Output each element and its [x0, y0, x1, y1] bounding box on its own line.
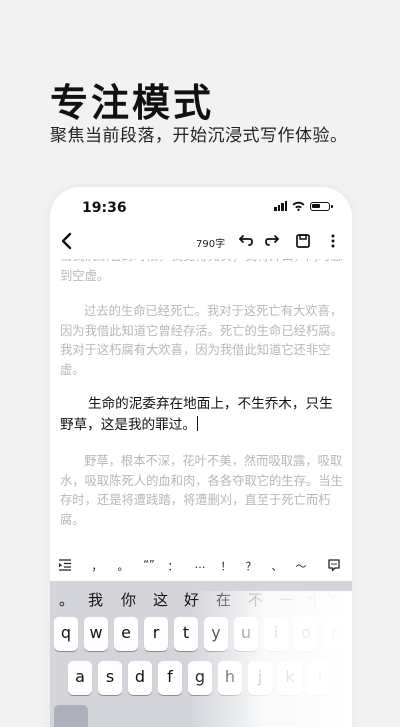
keyboard-fade-overlay [190, 591, 352, 727]
status-bar: 19:36 [50, 187, 352, 227]
status-icons [274, 201, 333, 211]
more-options-icon[interactable] [324, 232, 342, 250]
paragraph-focused[interactable]: 生命的泥委弃在地面上，不生乔木，只生野草，这是我的罪过。 [60, 394, 344, 436]
paragraph-faded: 当我沉默着的时候，我觉得充实；我将开口，同时感到空虚。 [60, 259, 343, 283]
key-f[interactable]: f [158, 661, 182, 695]
key-d[interactable]: d [128, 661, 152, 695]
key-s[interactable]: s [98, 661, 122, 695]
punct-key[interactable]: ： [166, 558, 180, 574]
candidate-word[interactable]: 你 [121, 589, 136, 610]
battery-icon [310, 201, 333, 211]
redo-icon[interactable] [264, 232, 282, 250]
indent-icon[interactable] [58, 559, 72, 571]
phone-screen: 19:36 790字 到空虚。 过去的生命已经死亡。我对于这死亡有大欢喜，因为我… [50, 187, 352, 727]
wifi-icon [292, 201, 305, 211]
paragraph-faded: 野草，根本不深，花叶不美，然而吸取露，吸取水，吸取陈死人的血和肉，各各夺取它的生… [60, 454, 343, 527]
editor-toolbar: 790字 [50, 227, 352, 257]
back-arrow-icon[interactable] [56, 229, 78, 253]
save-icon[interactable] [294, 232, 312, 250]
keyboard: 。 我 你 这 好 在 不 一 个 q w e r t y u i o p a … [50, 581, 352, 727]
candidate-word[interactable]: 。 [59, 589, 74, 610]
editor-text-area[interactable]: 当我沉默着的时候，我觉得充实；我将开口，同时感到空虚。 过去的生命已经死亡。我对… [60, 259, 344, 559]
paragraph-faded: 过去的生命已经死亡。我对于这死亡有大欢喜，因为我借此知道它曾经存活。死亡的生命已… [60, 304, 343, 377]
key-q[interactable]: q [54, 617, 78, 651]
punctuation-bar: ， 。 “” ： … ！ ？ 、 ～ [50, 552, 352, 580]
punct-key[interactable]: ～ [294, 558, 308, 574]
shift-key[interactable] [54, 705, 88, 727]
word-count: 790字 [196, 239, 226, 250]
text-cursor [196, 416, 199, 431]
punct-key[interactable]: 。 [116, 558, 130, 574]
punct-key[interactable]: “” [142, 558, 156, 571]
key-a[interactable]: a [68, 661, 92, 695]
punct-key[interactable]: 、 [270, 558, 284, 574]
candidate-word[interactable]: 我 [88, 589, 103, 610]
candidate-word[interactable]: 这 [153, 589, 168, 610]
punct-key[interactable]: ！ [219, 558, 233, 574]
punct-key[interactable]: ， [90, 558, 104, 574]
promo-subtitle: 聚焦当前段落，开始沉浸式写作体验。 [50, 126, 348, 146]
comment-icon[interactable] [327, 558, 341, 572]
promo-title: 专注模式 [50, 81, 215, 125]
key-r[interactable]: r [144, 617, 168, 651]
status-time: 19:36 [82, 200, 127, 216]
key-e[interactable]: e [114, 617, 138, 651]
undo-icon[interactable] [236, 232, 254, 250]
key-w[interactable]: w [84, 617, 108, 651]
punct-key[interactable]: ？ [244, 558, 258, 574]
signal-icon [274, 201, 287, 211]
punct-key[interactable]: … [193, 558, 207, 571]
